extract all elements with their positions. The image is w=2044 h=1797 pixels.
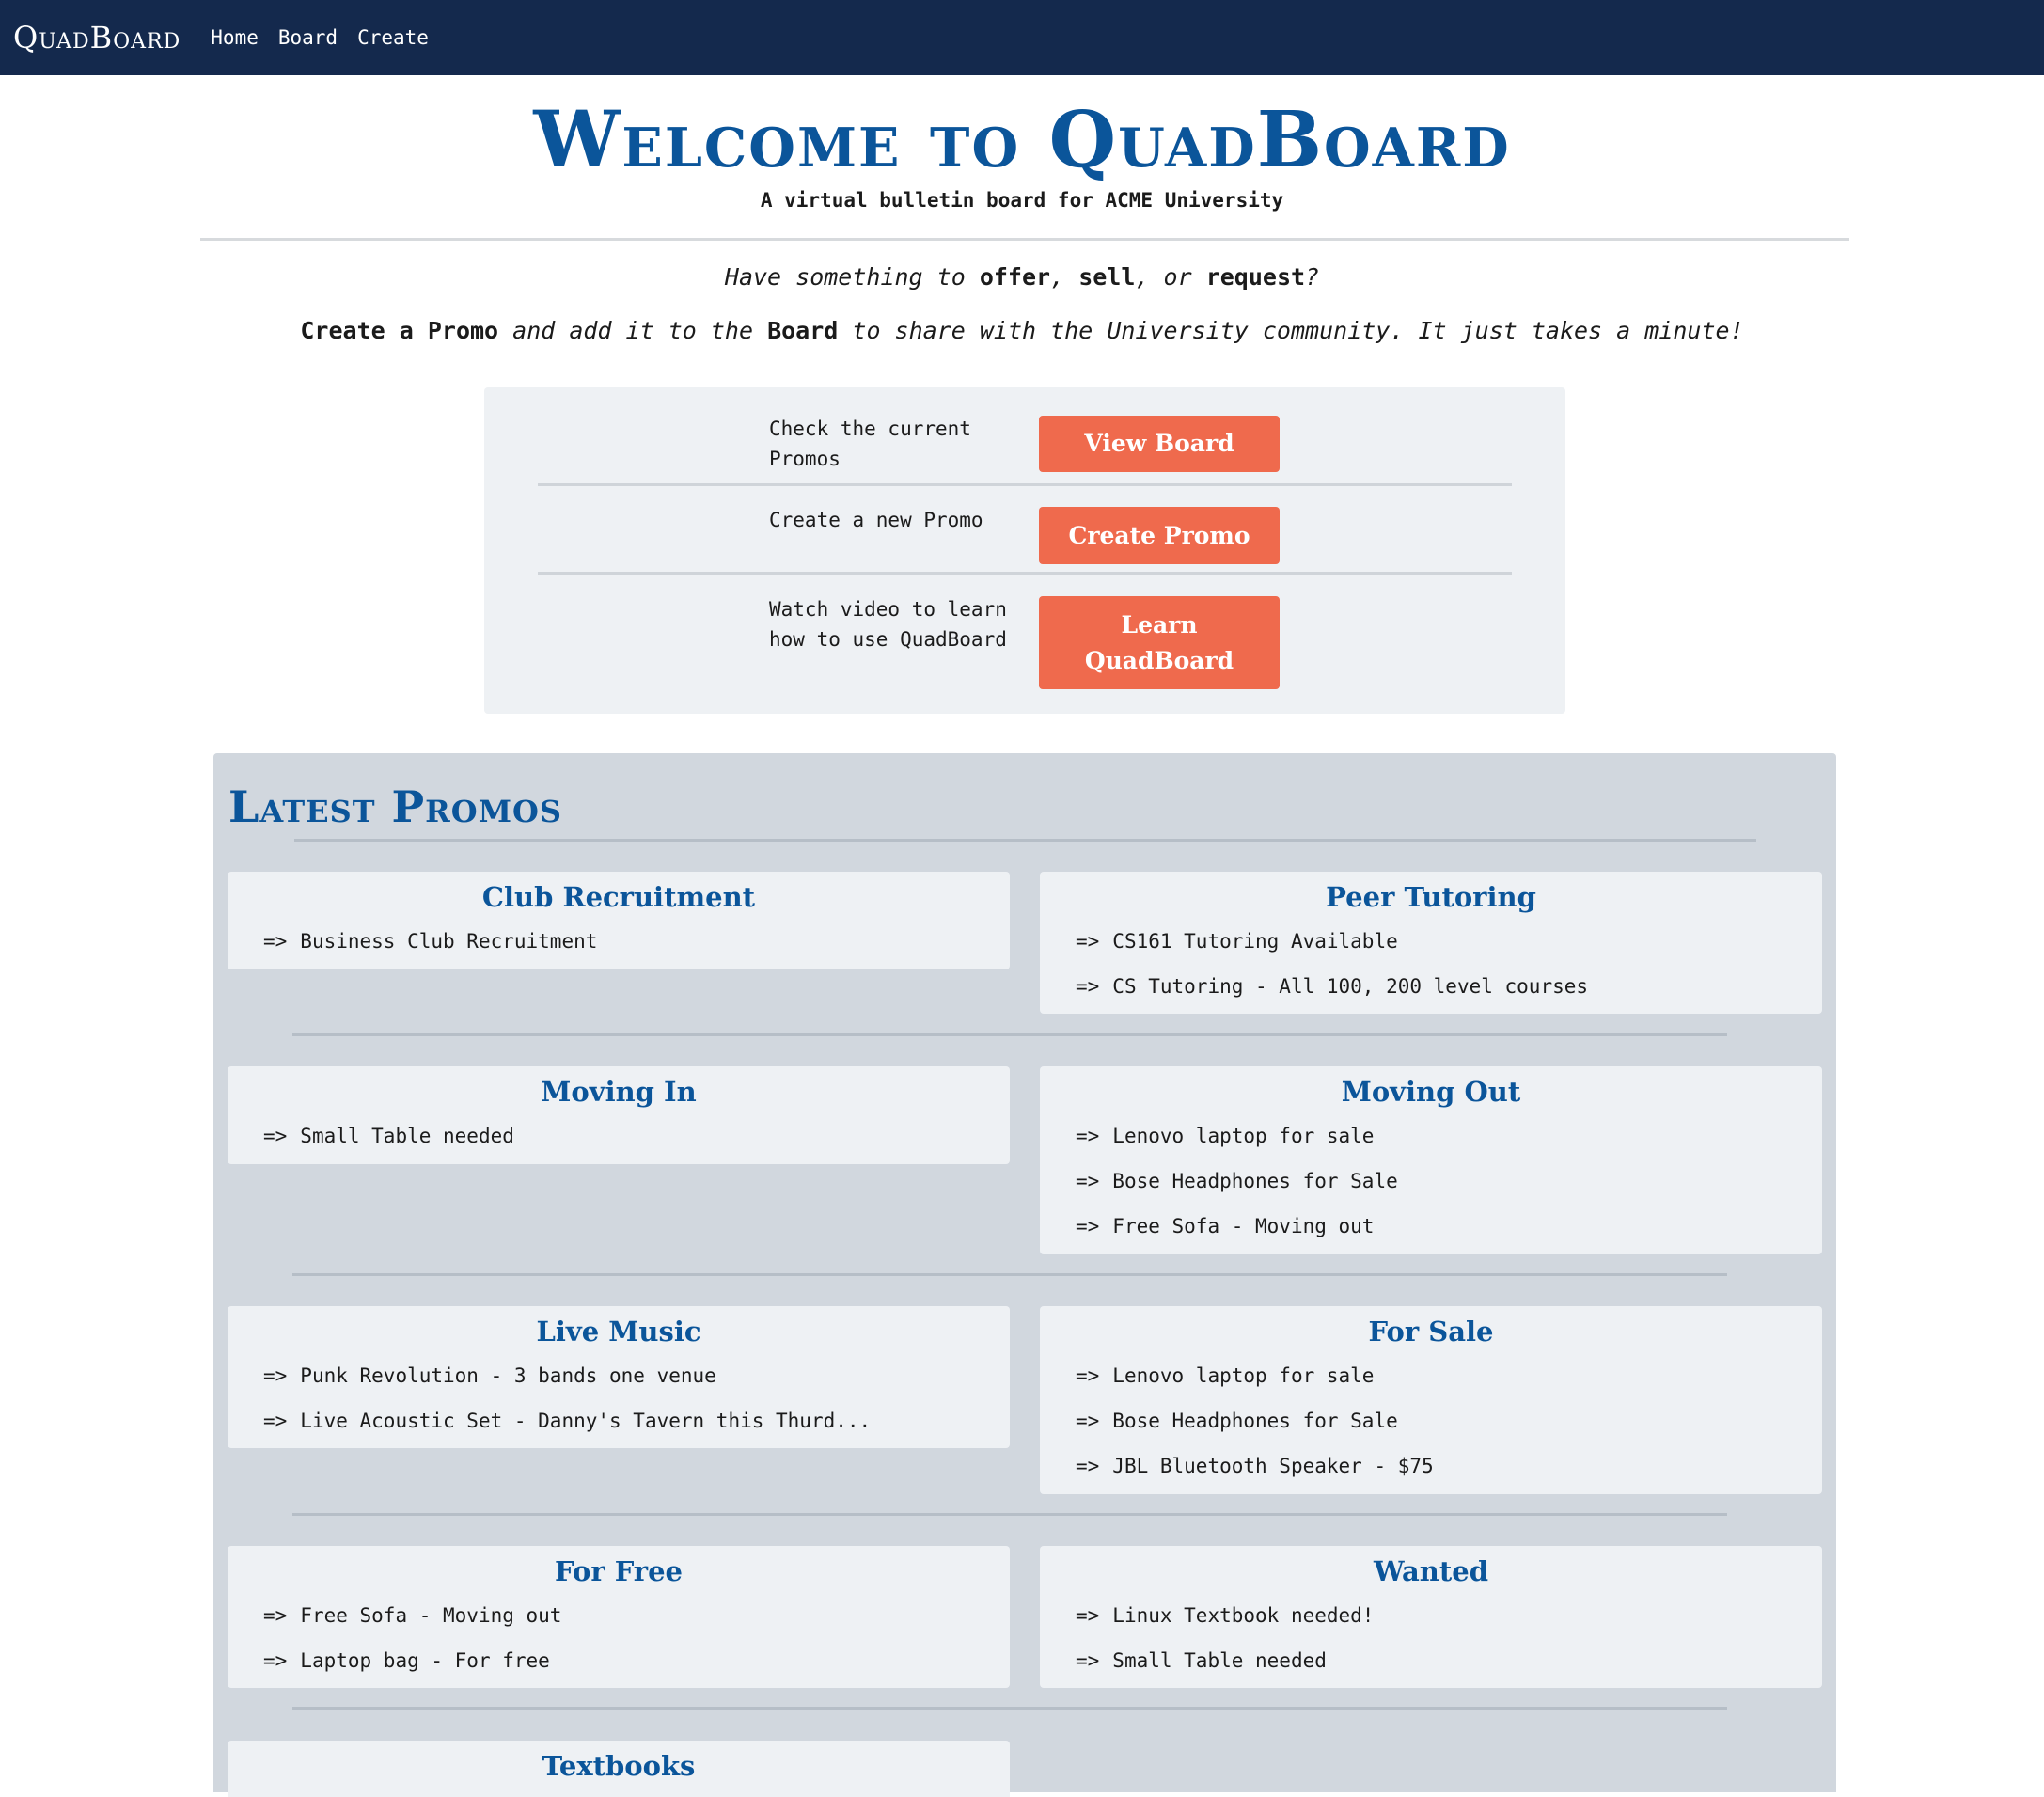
- promo-card-for-sale[interactable]: For Sale => Lenovo laptop for sale => Bose…: [1040, 1306, 1822, 1494]
- promo-card-moving-in[interactable]: Moving In => Small Table needed: [228, 1066, 1010, 1164]
- divider: [294, 839, 1756, 842]
- list-item[interactable]: => Business Club Recruitment: [263, 919, 1010, 964]
- list-item[interactable]: => Bose Headphones for Sale: [1076, 1398, 1822, 1443]
- promo-card-club-recruitment[interactable]: Club Recruitment => Business Club Recruit…: [228, 872, 1010, 969]
- card-title[interactable]: Moving In: [228, 1076, 1010, 1113]
- learn-quadboard-button[interactable]: Learn QuadBoard: [1039, 596, 1280, 689]
- latest-promos-section: Latest Promos Club Recruitment => Busines…: [213, 753, 1836, 1797]
- navbar: QuadBoard Home Board Create: [0, 0, 2044, 75]
- promo-card-peer-tutoring[interactable]: Peer Tutoring => CS161 Tutoring Available…: [1040, 872, 1822, 1014]
- promo-card-live-music[interactable]: Live Music => Punk Revolution - 3 bands o…: [228, 1306, 1010, 1448]
- promo-card-moving-out[interactable]: Moving Out => Lenovo laptop for sale => Bo…: [1040, 1066, 1822, 1254]
- list-item[interactable]: => Linux Textbook needed!: [1076, 1593, 1822, 1638]
- divider: [538, 483, 1512, 486]
- promo-card-for-free[interactable]: For Free => Free Sofa - Moving out => Lapt…: [228, 1546, 1010, 1688]
- nav-link-home[interactable]: Home: [211, 26, 259, 49]
- list-item[interactable]: => Bose Headphones for Sale: [1076, 1159, 1822, 1204]
- action-text-view: Check the current Promos: [769, 418, 971, 470]
- card-title[interactable]: Wanted: [1040, 1555, 1822, 1593]
- create-promo-button[interactable]: Create Promo: [1039, 507, 1280, 564]
- tagline: Have something to offer, sell, or reques…: [724, 263, 1320, 291]
- pitch-text: Create a Promo and add it to the Board t…: [300, 317, 1744, 344]
- action-text-create: Create a new Promo: [769, 509, 983, 531]
- card-title[interactable]: For Free: [228, 1555, 1010, 1593]
- card-title[interactable]: Club Recruitment: [228, 881, 1010, 919]
- actions-panel: Check the current Promos View Board Crea…: [484, 387, 1565, 714]
- brand-logo[interactable]: QuadBoard: [13, 20, 181, 55]
- list-item[interactable]: => Punk Revolution - 3 bands one venue: [263, 1353, 1010, 1398]
- list-item[interactable]: => Small Table needed: [1076, 1638, 1822, 1683]
- nav-link-board[interactable]: Board: [278, 26, 338, 49]
- divider: [292, 1033, 1727, 1036]
- list-item[interactable]: => CS161 Tutoring Available: [1076, 919, 1822, 964]
- section-title: Latest Promos: [228, 781, 563, 832]
- promo-card-textbooks[interactable]: Textbooks: [228, 1741, 1010, 1797]
- list-item[interactable]: => JBL Bluetooth Speaker - $75: [1076, 1443, 1822, 1489]
- list-item[interactable]: => Laptop bag - For free: [263, 1638, 1010, 1683]
- action-text-learn: Watch video to learn how to use QuadBoar…: [769, 598, 1007, 651]
- list-item[interactable]: => CS Tutoring - All 100, 200 level cours…: [1076, 964, 1822, 1009]
- list-item[interactable]: => Free Sofa - Moving out: [1076, 1204, 1822, 1249]
- list-item[interactable]: => Free Sofa - Moving out: [263, 1593, 1010, 1638]
- view-board-button[interactable]: View Board: [1039, 416, 1280, 472]
- list-item[interactable]: => Live Acoustic Set - Danny's Tavern thi…: [263, 1398, 1010, 1443]
- page-title: Welcome to QuadBoard: [533, 95, 1511, 185]
- card-title[interactable]: Live Music: [228, 1316, 1010, 1353]
- promo-card-wanted[interactable]: Wanted => Linux Textbook needed! => Small …: [1040, 1546, 1822, 1688]
- list-item[interactable]: => Small Table needed: [263, 1113, 1010, 1159]
- list-item[interactable]: => Lenovo laptop for sale: [1076, 1353, 1822, 1398]
- card-title[interactable]: For Sale: [1040, 1316, 1822, 1353]
- divider: [292, 1273, 1727, 1276]
- divider: [292, 1513, 1727, 1516]
- card-title[interactable]: Moving Out: [1040, 1076, 1822, 1113]
- card-title[interactable]: Peer Tutoring: [1040, 881, 1822, 919]
- list-item[interactable]: => Lenovo laptop for sale: [1076, 1113, 1822, 1159]
- divider: [200, 238, 1849, 241]
- card-title[interactable]: Textbooks: [228, 1750, 1010, 1788]
- nav-link-create[interactable]: Create: [357, 26, 429, 49]
- divider: [538, 572, 1512, 575]
- page-subtitle: A virtual bulletin board for ACME Univer…: [760, 189, 1284, 212]
- divider: [292, 1707, 1727, 1710]
